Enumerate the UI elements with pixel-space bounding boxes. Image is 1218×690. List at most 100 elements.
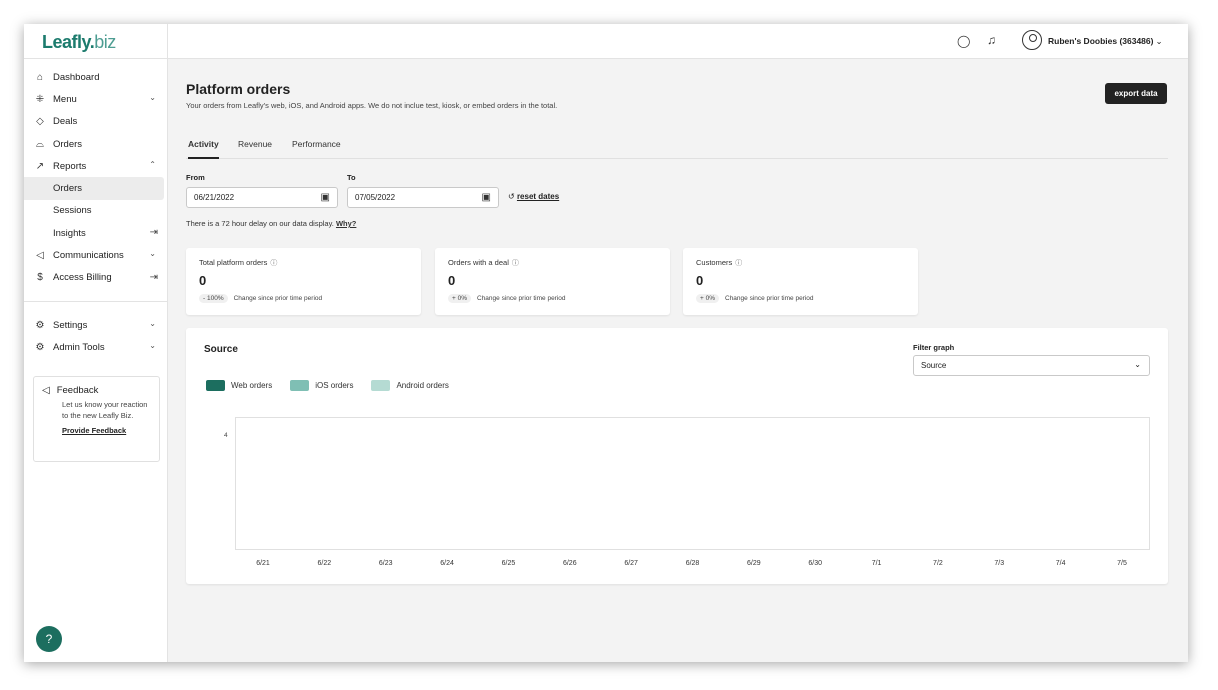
to-date-input[interactable]: 07/05/2022 ▣: [347, 187, 499, 208]
info-icon[interactable]: ⓘ: [270, 260, 277, 267]
x-tick-label: 6/30: [808, 560, 823, 567]
stat-change: - 100% Change since prior time period: [199, 294, 408, 303]
provide-feedback-link[interactable]: Provide Feedback: [62, 426, 151, 435]
home-icon: ⌂: [36, 71, 44, 83]
stat-value: 0: [199, 273, 207, 288]
sidebar-item-orders[interactable]: ⌓ Orders: [24, 133, 168, 155]
sidebar-item-access-billing[interactable]: $ Access Billing ⇥: [24, 267, 168, 289]
from-label: From: [186, 173, 205, 182]
chart-plot-area: [235, 417, 1150, 550]
why-link[interactable]: Why?: [336, 219, 356, 228]
calendar-icon[interactable]: ▣: [482, 192, 491, 203]
sidebar-item-admin-tools[interactable]: ⚙ Admin Tools ⌄: [24, 336, 168, 358]
tag-icon: ◇: [36, 116, 44, 128]
sidebar-item-dashboard[interactable]: ⌂ Dashboard: [24, 66, 168, 88]
sidebar-item-deals[interactable]: ◇ Deals: [24, 111, 168, 133]
info-icon[interactable]: ⓘ: [512, 260, 519, 267]
legend-label: Android orders: [396, 381, 449, 390]
sidebar-nav: ⌂ Dashboard ⁜ Menu ⌄ ◇ Deals ⌓ Orders ↗ …: [24, 66, 168, 359]
info-icon[interactable]: ⓘ: [735, 260, 742, 267]
account-switcher[interactable]: Ruben's Doobies (363486) ⌄: [1048, 36, 1163, 47]
sidebar-item-label: Orders: [53, 183, 83, 195]
divider: [24, 58, 168, 59]
sidebar-item-label: Access Billing: [53, 272, 112, 284]
filter-graph-select[interactable]: Source ⌄: [913, 355, 1150, 376]
user-avatar-icon[interactable]: [1022, 30, 1042, 50]
legend-item[interactable]: Web orders: [206, 380, 272, 391]
legend-swatch: [371, 380, 391, 391]
x-tick-label: 6/29: [747, 560, 761, 567]
page-title: Platform orders: [186, 81, 291, 97]
sidebar-item-reports[interactable]: ↗ Reports ⌃: [24, 155, 168, 177]
x-tick-label: 7/1: [871, 560, 882, 567]
tab-activity[interactable]: Activity: [188, 139, 219, 159]
sidebar-item-label: Orders: [53, 138, 83, 150]
chevron-down-icon: ⌄: [149, 93, 156, 103]
page-subtitle: Your orders from Leafly's web, iOS, and …: [186, 101, 558, 110]
from-date-input[interactable]: 06/21/2022 ▣: [186, 187, 338, 208]
chevron-down-icon: ⌄: [149, 341, 156, 351]
billing-icon: $: [37, 272, 43, 284]
feedback-box: ◁ Feedback Let us know your reaction to …: [33, 376, 160, 462]
app-window: Leafly.biz ⌂ Dashboard ⁜ Menu ⌄ ◇ Deals …: [24, 24, 1188, 662]
legend-swatch: [206, 380, 225, 391]
shopping-bag-icon: ⌓: [36, 138, 44, 150]
reset-dates-link[interactable]: ↺ reset dates: [508, 192, 559, 201]
sidebar-item-menu[interactable]: ⁜ Menu ⌄: [24, 88, 168, 110]
stat-title: Customers ⓘ: [696, 258, 743, 267]
calendar-icon[interactable]: ▣: [321, 192, 330, 203]
chat-icon[interactable]: ◯: [957, 34, 970, 48]
sidebar-item-label: Communications: [53, 250, 124, 262]
stat-card-total-orders: Total platform orders ⓘ 0 - 100% Change si…: [186, 248, 421, 315]
sidebar-item-communications[interactable]: ◁ Communications ⌄: [24, 244, 168, 266]
megaphone-icon: ◁: [42, 385, 50, 396]
x-tick-label: 6/26: [562, 560, 577, 567]
x-tick-label: 6/24: [440, 560, 454, 567]
source-chart-panel: Source Filter graph Source ⌄ Web orders i…: [186, 328, 1168, 584]
legend-label: iOS orders: [315, 381, 354, 390]
megaphone-icon: ◁: [36, 250, 44, 262]
legend-item[interactable]: Android orders: [371, 380, 449, 391]
filter-graph-label: Filter graph: [913, 343, 955, 352]
x-tick-label: 7/2: [933, 560, 943, 567]
feedback-text: Let us know your reaction to the new Lea…: [62, 400, 148, 420]
legend-item[interactable]: iOS orders: [290, 380, 353, 391]
sidebar-item-label: Admin Tools: [53, 341, 105, 353]
bell-icon[interactable]: ♫: [987, 33, 996, 47]
stat-title: Total platform orders ⓘ: [199, 258, 278, 267]
change-badge: - 100%: [199, 294, 228, 303]
gear-icon: ⚙: [35, 341, 45, 353]
to-label: To: [347, 173, 356, 182]
chart-title: Source: [204, 344, 238, 355]
change-badge: + 0%: [696, 294, 719, 303]
help-button[interactable]: ?: [36, 626, 62, 652]
x-tick-label: 6/27: [624, 560, 638, 567]
chart-legend: Web orders iOS orders Android orders: [206, 380, 467, 391]
x-tick-label: 6/28: [685, 560, 700, 567]
tab-revenue[interactable]: Revenue: [238, 139, 272, 157]
x-tick-label: 6/21: [256, 560, 270, 567]
x-tick-label: 7/3: [994, 560, 1005, 567]
divider: [24, 300, 168, 302]
stat-value: 0: [448, 273, 456, 288]
top-bar: ◯ ♫ Ruben's Doobies (363486) ⌄: [168, 24, 1188, 59]
tab-performance[interactable]: Performance: [292, 139, 341, 157]
logo[interactable]: Leafly.biz: [42, 32, 116, 53]
sidebar-subitem-insights[interactable]: Insights ⇥: [24, 222, 168, 244]
legend-swatch: [290, 380, 310, 391]
sidebar-item-label: Insights: [53, 227, 86, 239]
export-data-button[interactable]: export data: [1105, 83, 1167, 104]
x-tick-label: 6/23: [378, 560, 393, 567]
chevron-down-icon: ⌄: [1134, 360, 1141, 369]
sidebar-item-label: Settings: [53, 319, 88, 331]
sidebar-subitem-orders[interactable]: Orders: [24, 177, 164, 200]
stat-title: Orders with a deal ⓘ: [448, 258, 519, 267]
chevron-down-icon: ⌄: [149, 249, 156, 259]
question-icon: ?: [45, 632, 53, 646]
chevron-down-icon: ⌄: [1155, 36, 1163, 46]
sidebar-item-settings[interactable]: ⚙ Settings ⌄: [24, 314, 168, 336]
external-link-icon: ⇥: [149, 271, 158, 283]
x-tick-label: 6/22: [317, 560, 332, 567]
stat-change: + 0% Change since prior time period: [448, 294, 657, 303]
sidebar-subitem-sessions[interactable]: Sessions: [24, 200, 168, 222]
